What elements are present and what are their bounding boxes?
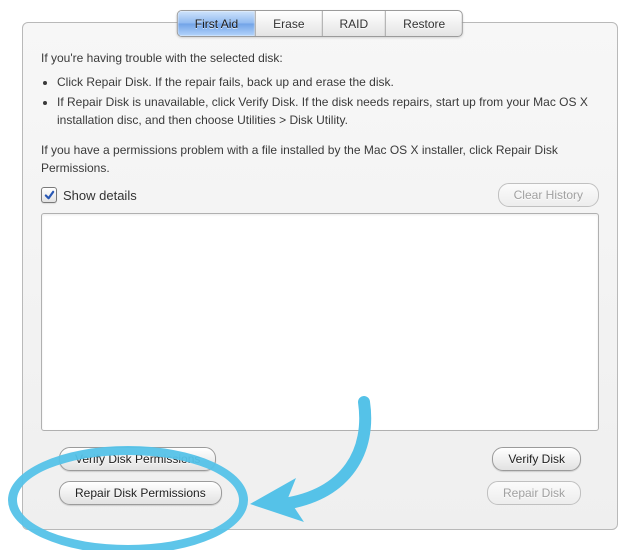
tab-raid[interactable]: RAID <box>323 11 387 36</box>
verify-disk-button[interactable]: Verify Disk <box>492 447 581 471</box>
disk-utility-screenshot: First Aid Erase RAID Restore If you're h… <box>0 0 640 550</box>
instructions: If you're having trouble with the select… <box>41 49 599 177</box>
log-output[interactable] <box>41 213 599 431</box>
clear-history-button[interactable]: Clear History <box>498 183 599 207</box>
tab-label: RAID <box>340 17 369 31</box>
tab-erase[interactable]: Erase <box>256 11 322 36</box>
instructions-bullet: If Repair Disk is unavailable, click Ver… <box>57 93 599 129</box>
tab-first-aid[interactable]: First Aid <box>178 11 256 36</box>
first-aid-panel: First Aid Erase RAID Restore If you're h… <box>22 22 618 530</box>
tab-restore[interactable]: Restore <box>386 11 462 36</box>
instructions-line: If you're having trouble with the select… <box>41 49 599 67</box>
checkbox-box <box>41 187 57 203</box>
details-row: Show details Clear History <box>41 183 599 207</box>
button-label: Repair Disk <box>503 486 565 500</box>
button-label: Clear History <box>514 188 583 202</box>
panel-tabs: First Aid Erase RAID Restore <box>177 10 463 37</box>
panel-content: If you're having trouble with the select… <box>41 49 599 431</box>
button-label: Repair Disk Permissions <box>75 486 206 500</box>
repair-disk-permissions-button[interactable]: Repair Disk Permissions <box>59 481 222 505</box>
tab-label: Restore <box>403 17 445 31</box>
button-label: Verify Disk <box>508 452 565 466</box>
button-label: Verify Disk Permissions <box>75 452 200 466</box>
checkmark-icon <box>44 190 55 201</box>
instructions-list: Click Repair Disk. If the repair fails, … <box>41 73 599 129</box>
tab-label: First Aid <box>195 17 238 31</box>
instructions-line: If you have a permissions problem with a… <box>41 141 599 177</box>
show-details-label: Show details <box>63 188 137 203</box>
instructions-bullet: Click Repair Disk. If the repair fails, … <box>57 73 599 91</box>
tab-label: Erase <box>273 17 304 31</box>
repair-disk-button[interactable]: Repair Disk <box>487 481 581 505</box>
show-details-checkbox[interactable]: Show details <box>41 187 137 203</box>
verify-disk-permissions-button[interactable]: Verify Disk Permissions <box>59 447 216 471</box>
